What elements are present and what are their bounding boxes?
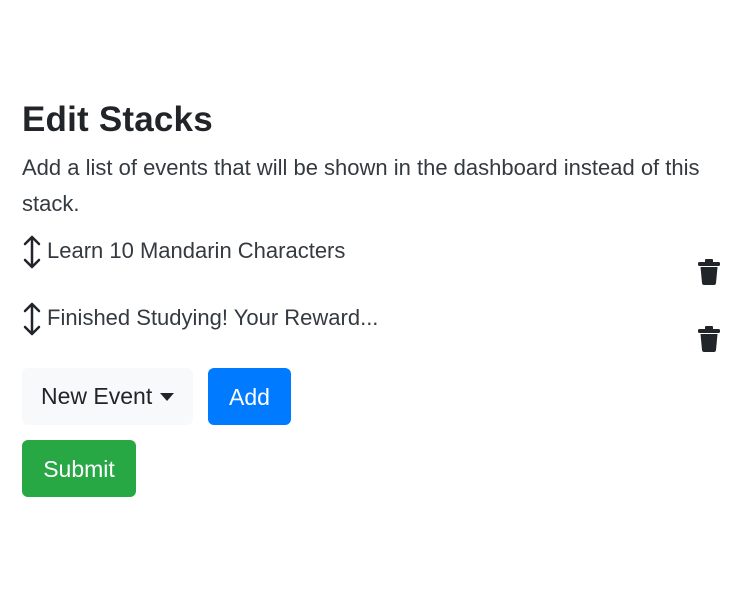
- new-event-label: New Event: [41, 383, 153, 409]
- event-label: Finished Studying! Your Reward...: [47, 305, 379, 330]
- add-button[interactable]: Add: [208, 368, 291, 425]
- trash-icon[interactable]: [698, 326, 720, 352]
- page-title: Edit Stacks: [22, 100, 213, 139]
- event-item: Finished Studying! Your Reward...: [22, 301, 722, 368]
- caret-down-icon: [160, 393, 174, 401]
- trash-icon[interactable]: [698, 259, 720, 285]
- edit-stacks-panel: Edit Stacks Add a list of events that wi…: [22, 98, 722, 497]
- event-item: Learn 10 Mandarin Characters: [22, 234, 722, 301]
- event-label: Learn 10 Mandarin Characters: [47, 238, 346, 263]
- event-list: Learn 10 Mandarin Characters Finished St…: [22, 234, 722, 368]
- page-description: Add a list of events that will be shown …: [22, 155, 700, 216]
- new-event-dropdown[interactable]: New Event: [22, 368, 193, 425]
- vertical-arrows-icon[interactable]: [22, 234, 42, 270]
- submit-button[interactable]: Submit: [22, 440, 136, 497]
- vertical-arrows-icon[interactable]: [22, 301, 42, 337]
- event-controls: New Event Add Submit: [22, 368, 722, 497]
